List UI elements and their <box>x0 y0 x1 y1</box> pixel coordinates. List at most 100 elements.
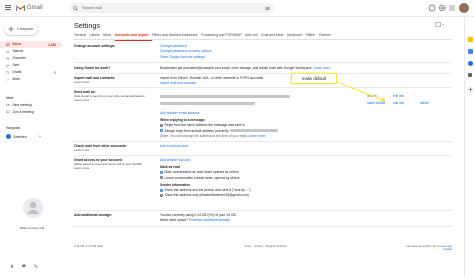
reply-option-same[interactable]: Reply from the same address the message … <box>160 123 278 127</box>
mark-read-option[interactable]: Mark conversation as read when opened by… <box>160 170 251 174</box>
import-learn-more[interactable]: Learn more <box>74 80 115 85</box>
send-as-address-1 <box>160 94 290 98</box>
settings-gear-icon[interactable] <box>438 4 446 12</box>
grant-access-learn-more[interactable]: Learn more <box>74 166 156 171</box>
reply-option-default[interactable]: Always reply from default address (curre… <box>160 129 278 133</box>
change-recovery-link[interactable]: Change password recovery options <box>160 49 212 53</box>
redacted-address <box>160 101 255 105</box>
change-password-link[interactable]: Change password <box>160 44 212 48</box>
tasks-app-icon[interactable] <box>467 61 473 66</box>
reply-note-learn-more[interactable]: Learn more <box>248 134 265 138</box>
meet-new-meeting[interactable]: New meeting <box>6 103 32 107</box>
sidebar-item-sent[interactable]: Sent <box>0 62 62 69</box>
send-as-learn-more[interactable]: Learn more <box>74 98 156 103</box>
activity-details-link[interactable]: Details <box>443 247 452 252</box>
sender-show-address-label: Show this address only (elizabethbeaver0… <box>164 193 249 198</box>
send-as-edit-info-1[interactable]: edit info <box>393 94 404 98</box>
mark-read-option-label: Mark conversation as read when opened by… <box>164 170 239 175</box>
radio-button[interactable] <box>160 176 163 180</box>
tab-add-ons[interactable]: Add-ons <box>245 32 261 41</box>
help-icon[interactable]: ? <box>428 4 436 12</box>
person-icon[interactable] <box>10 264 14 268</box>
sender-show-both-label: Show this address and the person who sen… <box>164 188 251 193</box>
tab-chat-and-meet[interactable]: Chat and Meet <box>261 32 287 41</box>
compose-button[interactable]: Compose <box>4 23 38 35</box>
sidebar-item-drafts[interactable]: Drafts 2 <box>0 69 62 76</box>
tab-inbox[interactable]: Inbox <box>103 32 115 41</box>
app-brand: Gmail <box>27 4 43 11</box>
section-divider <box>74 73 452 74</box>
radio-button[interactable] <box>160 129 163 133</box>
side-panel-rail <box>464 17 474 277</box>
radio-button[interactable] <box>160 188 163 192</box>
radio-button[interactable] <box>160 194 163 198</box>
send-as-delete-link[interactable]: delete <box>420 101 429 105</box>
reply-title: When replying to a message: <box>160 118 206 122</box>
phone-icon[interactable] <box>34 264 38 268</box>
tab-themes[interactable]: Themes <box>318 32 334 41</box>
section-divider <box>74 210 452 211</box>
tab-advanced[interactable]: Advanced <box>287 32 305 41</box>
search-icon[interactable] <box>73 5 78 11</box>
tab-accounts-and-import[interactable]: Accounts and Import <box>114 32 152 41</box>
google-account-settings-link[interactable]: Other Google Account settings <box>160 55 212 59</box>
sidebar-item-label: Inbox <box>12 42 22 47</box>
sender-show-address-option[interactable]: Show this address only (elizabethbeaver0… <box>160 193 251 197</box>
sidebar-item-label: More <box>12 77 21 82</box>
search-input[interactable]: Search mail <box>82 6 102 11</box>
main-menu-icon[interactable] <box>5 5 11 11</box>
add-email-address-link[interactable]: Add another email address <box>160 111 199 115</box>
gmail-work-label: Using Gmail for work? <box>74 66 111 70</box>
sidebar-item-more[interactable]: More <box>0 76 62 83</box>
search-options-icon[interactable] <box>265 6 270 11</box>
sidebar-item-snoozed[interactable]: Snoozed <box>0 55 62 62</box>
add-addon-icon[interactable] <box>468 87 473 92</box>
add-another-account-link[interactable]: Add another account <box>160 158 190 162</box>
send-as-label: Send mail as: (Use Gmail to send from yo… <box>74 90 156 103</box>
tab-filters[interactable]: Filters and Blocked Addresses <box>152 32 201 41</box>
chat-bubble-icon[interactable] <box>22 264 26 268</box>
calendar-app-icon[interactable] <box>467 37 473 42</box>
sender-show-both-option[interactable]: Show this address and the person who sen… <box>160 188 251 192</box>
import-label: Import mail and contacts: Learn more <box>74 76 115 85</box>
sidebar-item-starred[interactable]: Starred <box>0 48 62 55</box>
hangouts-avatar <box>6 134 11 140</box>
draft-icon <box>6 70 9 75</box>
keep-app-icon[interactable] <box>467 49 473 54</box>
apps-grid-icon[interactable] <box>448 4 456 12</box>
storage-label: Add additional storage: <box>74 213 112 217</box>
check-mail-label: Check mail from other accounts: Learn mo… <box>74 144 127 153</box>
radio-button[interactable] <box>160 171 163 175</box>
tab-offline[interactable]: Offline <box>305 32 318 41</box>
input-tools-icon[interactable] <box>435 22 447 27</box>
leave-unread-option[interactable]: Leave conversation unread when opened by… <box>160 176 251 180</box>
send-icon <box>6 64 10 67</box>
hangouts-add-button[interactable]: + <box>39 134 42 140</box>
tab-forwarding[interactable]: Forwarding and POP/IMAP <box>201 32 245 41</box>
send-as-edit-info-2[interactable]: edit info <box>393 101 404 105</box>
search-bar[interactable]: Search mail <box>69 3 274 13</box>
hangouts-user[interactable]: Gretchen + <box>6 134 41 140</box>
meet-join-meeting[interactable]: Join a meeting <box>6 110 34 114</box>
terms-privacy-links[interactable]: Terms · Privacy · Program Policies <box>244 244 287 248</box>
add-mail-account-link[interactable]: Add a mail account <box>160 144 188 148</box>
gmail-work-learn-more[interactable]: Learn more <box>314 66 331 70</box>
contacts-app-icon[interactable] <box>468 73 472 77</box>
make-default-link[interactable]: make default <box>367 101 385 105</box>
tab-labels[interactable]: Labels <box>89 32 102 41</box>
purchase-storage-link[interactable]: Purchase additional storage <box>189 218 230 222</box>
reply-option-default-label: Always reply from default address (curre… <box>164 128 229 133</box>
sidebar-item-inbox[interactable]: Inbox 1,486 <box>0 41 62 48</box>
radio-button[interactable] <box>160 123 163 127</box>
storage-need-row: Need more space? Purchase additional sto… <box>160 218 237 222</box>
gmail-logo-icon[interactable] <box>16 4 25 12</box>
reply-note: (Note: You can change the address at the… <box>160 134 278 138</box>
send-as-address-2 <box>160 101 255 105</box>
settings-tabs: General Labels Inbox Accounts and Import… <box>74 32 334 41</box>
send-as-default-label: default <box>367 94 377 98</box>
check-mail-learn-more[interactable]: Learn more <box>74 148 127 153</box>
account-avatar[interactable] <box>459 3 469 13</box>
sidebar-nav: Inbox 1,486 Starred Snoozed Sent Drafts … <box>0 41 62 83</box>
tab-general[interactable]: General <box>74 32 89 41</box>
import-mail-link[interactable]: Import mail and contacts <box>160 81 264 85</box>
